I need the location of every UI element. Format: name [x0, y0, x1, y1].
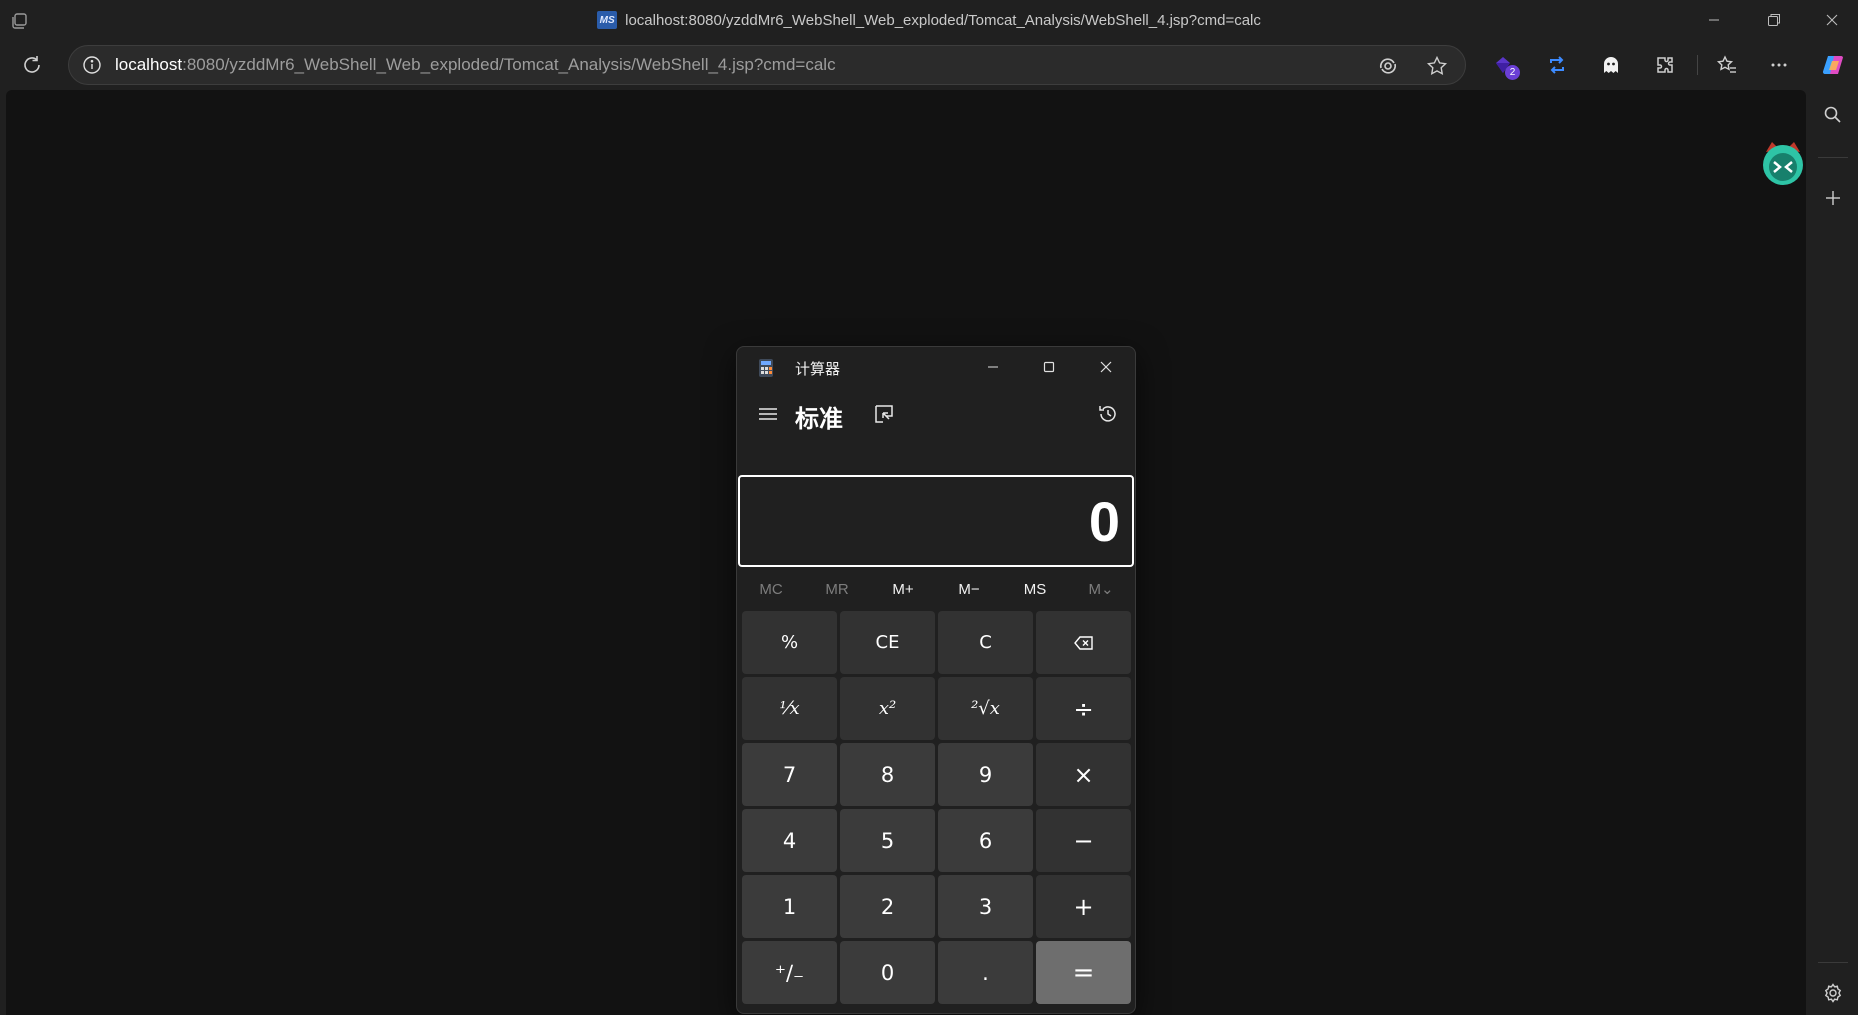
history-button[interactable] [1091, 397, 1125, 431]
subtract-button[interactable]: − [1036, 809, 1131, 872]
reciprocal-button[interactable]: ⅟x [742, 677, 837, 740]
url-text[interactable]: localhost:8080/yzddMr6_WebShell_Web_expl… [115, 55, 836, 75]
copilot-button[interactable] [1816, 50, 1850, 80]
window-title-area: MS localhost:8080/yzddMr6_WebShell_Web_e… [0, 0, 1858, 40]
calculator-title: 计算器 [795, 361, 841, 378]
memory-list-button[interactable]: M⌄ [1071, 573, 1131, 605]
backspace-icon [1073, 635, 1093, 650]
memory-recall-button[interactable]: MR [807, 573, 867, 605]
extension-badge: 2 [1505, 65, 1520, 80]
browser-titlebar: MS localhost:8080/yzddMr6_WebShell_Web_e… [0, 0, 1858, 40]
extension-purple-button[interactable]: 2 [1486, 50, 1520, 80]
toolbar-divider [1697, 55, 1698, 75]
square-root-button[interactable]: ²√x [938, 677, 1033, 740]
keep-on-top-icon [875, 405, 893, 423]
close-window-button[interactable] [1804, 0, 1858, 40]
calc-maximize-button[interactable] [1021, 347, 1077, 387]
memory-row: MC MR M+ M− MS M⌄ [741, 573, 1131, 605]
extension-sync-button[interactable] [1540, 50, 1574, 80]
history-icon [1099, 406, 1116, 422]
browser-toolbar: localhost:8080/yzddMr6_WebShell_Web_expl… [0, 40, 1858, 90]
multiply-button[interactable]: × [1036, 743, 1131, 806]
favorites-list-icon [1716, 55, 1736, 73]
calculator-display: 0 [738, 475, 1134, 567]
calculator-header: 标准 [737, 387, 1135, 443]
more-menu-button[interactable] [1762, 50, 1796, 80]
sidebar-add-icon[interactable] [1818, 183, 1848, 213]
equals-button[interactable]: = [1036, 941, 1131, 1004]
digit-8-button[interactable]: 8 [840, 743, 935, 806]
ellipsis-icon [1771, 63, 1787, 67]
percent-button[interactable]: % [742, 611, 837, 674]
favorites-button[interactable] [1710, 50, 1744, 80]
digit-1-button[interactable]: 1 [742, 875, 837, 938]
memory-subtract-button[interactable]: M− [939, 573, 999, 605]
display-value: 0 [1088, 489, 1120, 553]
calculator-window: 计算器 标准 0 MC MR M+ M− MS M⌄ % CE C ⅟x x² … [736, 346, 1136, 1014]
divide-button[interactable]: ÷ [1036, 677, 1131, 740]
minimize-button[interactable] [1686, 0, 1742, 40]
address-bar[interactable]: localhost:8080/yzddMr6_WebShell_Web_expl… [68, 45, 1466, 85]
digit-4-button[interactable]: 4 [742, 809, 837, 872]
backspace-button[interactable] [1036, 611, 1131, 674]
digit-9-button[interactable]: 9 [938, 743, 1033, 806]
memory-add-button[interactable]: M+ [873, 573, 933, 605]
clear-button[interactable]: C [938, 611, 1033, 674]
negate-button[interactable]: ⁺∕₋ [742, 941, 837, 1004]
calc-close-button[interactable] [1078, 347, 1134, 387]
mode-title: 标准 [795, 406, 843, 433]
site-favicon-icon: MS [597, 11, 618, 29]
calculator-app-icon [759, 359, 773, 377]
sidebar-divider [1818, 157, 1848, 158]
ghost-icon [1604, 57, 1618, 73]
decimal-button[interactable]: . [938, 941, 1033, 1004]
reload-button[interactable] [14, 48, 50, 82]
digit-0-button[interactable]: 0 [840, 941, 935, 1004]
digit-2-button[interactable]: 2 [840, 875, 935, 938]
digit-5-button[interactable]: 5 [840, 809, 935, 872]
navigation-menu-button[interactable] [751, 397, 785, 431]
puzzle-icon [1657, 57, 1673, 73]
sidebar-divider-bottom [1818, 962, 1848, 963]
keypad: % CE C ⅟x x² ²√x ÷ 7 8 9 × 4 5 6 − 1 2 3… [742, 611, 1131, 1011]
reload-icon [24, 56, 40, 73]
browser-sidebar [1808, 90, 1858, 1015]
digit-3-button[interactable]: 3 [938, 875, 1033, 938]
site-info-button[interactable] [69, 46, 115, 84]
extensions-button[interactable] [1648, 50, 1682, 80]
extension-ghost-button[interactable] [1594, 50, 1628, 80]
digit-7-button[interactable]: 7 [742, 743, 837, 806]
calc-minimize-button[interactable] [965, 347, 1021, 387]
sidebar-settings-gear-icon[interactable] [1818, 978, 1848, 1008]
immersive-reader-icon[interactable] [1374, 52, 1402, 80]
copilot-icon [1822, 55, 1843, 75]
restore-button[interactable] [1746, 0, 1802, 40]
clear-entry-button[interactable]: CE [840, 611, 935, 674]
favorite-star-icon[interactable] [1423, 52, 1451, 80]
digit-6-button[interactable]: 6 [938, 809, 1033, 872]
memory-clear-button[interactable]: MC [741, 573, 801, 605]
keep-on-top-button[interactable] [867, 397, 901, 431]
url-host: localhost [115, 55, 183, 74]
memory-store-button[interactable]: MS [1005, 573, 1065, 605]
square-button[interactable]: x² [840, 677, 935, 740]
add-button[interactable]: + [1036, 875, 1131, 938]
hamburger-icon [759, 408, 777, 420]
window-title: localhost:8080/yzddMr6_WebShell_Web_expl… [625, 11, 1261, 29]
repeat-icon [1550, 56, 1564, 74]
url-path: :8080/yzddMr6_WebShell_Web_exploded/Tomc… [182, 55, 836, 74]
info-icon [83, 56, 101, 74]
sidebar-search-icon[interactable] [1818, 100, 1848, 130]
mascot-floating-icon[interactable] [1758, 138, 1808, 188]
calculator-titlebar: 计算器 [737, 347, 1135, 387]
